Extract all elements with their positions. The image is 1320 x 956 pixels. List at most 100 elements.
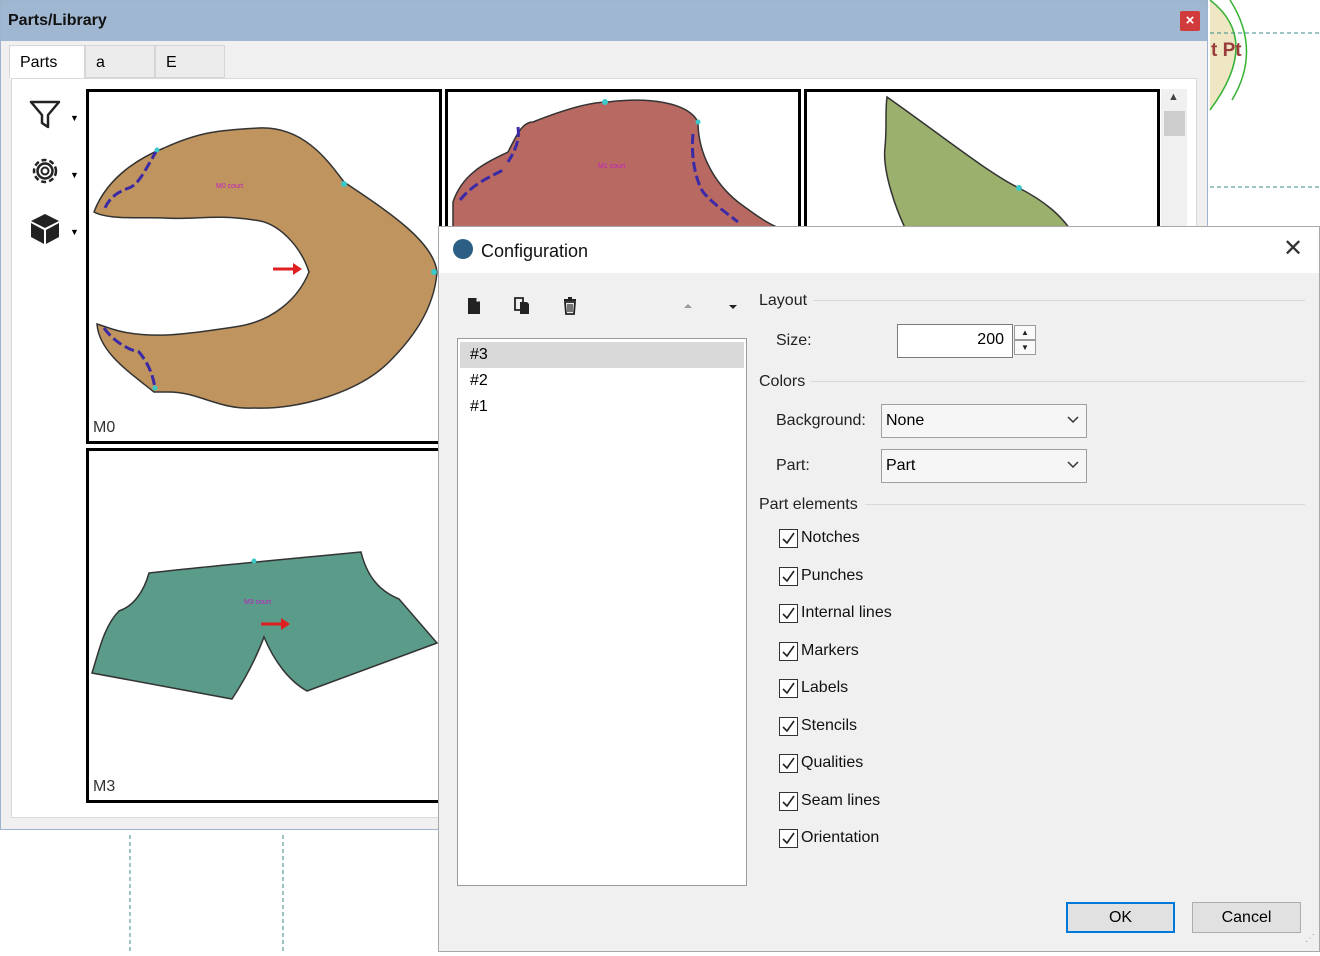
chevron-down-icon bbox=[1067, 461, 1079, 469]
cancel-button[interactable]: Cancel bbox=[1192, 902, 1301, 933]
colors-group-title: Colors bbox=[759, 373, 806, 390]
svg-text:M3 court: M3 court bbox=[244, 599, 271, 606]
checkbox[interactable] bbox=[779, 641, 798, 661]
chevron-down-icon: ▼ bbox=[70, 227, 79, 237]
svg-text:M0 court: M0 court bbox=[216, 183, 243, 190]
ok-button[interactable]: OK bbox=[1066, 902, 1175, 933]
delete-button[interactable] bbox=[559, 295, 581, 317]
checkbox-label: Qualities bbox=[801, 754, 864, 771]
checkbox-label: Notches bbox=[801, 529, 860, 546]
size-value: 200 bbox=[977, 331, 1004, 348]
tab-e[interactable]: E bbox=[155, 45, 225, 78]
library-close-button[interactable]: × bbox=[1180, 11, 1200, 31]
configuration-dialog: Configuration ✕ #3 #2 #1 Layout Size: 20… bbox=[438, 226, 1320, 952]
background-value: None bbox=[886, 412, 925, 429]
library-title-bar[interactable]: Parts/Library × bbox=[1, 1, 1207, 41]
part-color-label: Part: bbox=[776, 457, 810, 474]
checkbox[interactable] bbox=[779, 716, 798, 736]
list-item-label: #1 bbox=[470, 398, 488, 415]
library-title: Parts/Library bbox=[8, 12, 107, 29]
part-cell-m3[interactable]: M3 court M3 bbox=[86, 448, 442, 803]
checkbox-label: Seam lines bbox=[801, 791, 881, 809]
filter-icon bbox=[29, 100, 61, 129]
move-up-button[interactable] bbox=[677, 295, 699, 317]
tab-parts[interactable]: Parts bbox=[9, 45, 85, 79]
dialog-title: Configuration bbox=[481, 241, 589, 261]
part-color-select[interactable]: Part bbox=[881, 449, 1087, 483]
list-item[interactable]: #2 bbox=[460, 368, 744, 394]
group-divider bbox=[811, 381, 1305, 382]
checkmark-icon bbox=[782, 682, 795, 695]
decrement-button[interactable]: ▼ bbox=[1014, 340, 1036, 355]
dialog-close-button[interactable]: ✕ bbox=[1283, 237, 1303, 261]
checkbox-label: Punches bbox=[801, 566, 864, 584]
list-item-label: #2 bbox=[470, 372, 488, 389]
checkbox[interactable] bbox=[779, 529, 798, 548]
part-cell-2[interactable]: M1 court bbox=[445, 89, 801, 229]
list-item[interactable]: #1 bbox=[460, 394, 744, 420]
checkmark-icon bbox=[782, 570, 795, 582]
part-cell-3[interactable] bbox=[804, 89, 1160, 229]
checkbox-label: Stencils bbox=[801, 716, 858, 734]
part-label: M3 bbox=[93, 778, 116, 795]
move-down-button[interactable] bbox=[722, 295, 744, 317]
part-shape-3 bbox=[883, 95, 1069, 226]
checkbox[interactable] bbox=[779, 829, 798, 848]
app-logo-icon bbox=[453, 239, 473, 259]
resize-grip-icon[interactable]: ⋰ bbox=[1305, 933, 1315, 944]
new-button[interactable] bbox=[463, 295, 485, 317]
checkmark-icon bbox=[782, 645, 795, 657]
svg-text:M1 court: M1 court bbox=[598, 163, 625, 170]
checkmark-icon bbox=[782, 757, 795, 770]
tab-label: E bbox=[166, 54, 177, 71]
checkbox[interactable] bbox=[779, 679, 798, 698]
tab-a[interactable]: a bbox=[85, 45, 155, 78]
part-color-value: Part bbox=[886, 457, 916, 474]
group-divider bbox=[813, 300, 1305, 301]
gear-icon bbox=[32, 158, 58, 184]
part-shape-m0: M0 court bbox=[93, 127, 438, 409]
layout-group-title: Layout bbox=[759, 292, 808, 309]
configuration-list[interactable]: #3 #2 #1 bbox=[457, 338, 747, 886]
filter-tool[interactable]: ▼ bbox=[28, 97, 88, 137]
scroll-up-icon[interactable]: ▲ bbox=[1168, 91, 1179, 103]
background-label: Background: bbox=[776, 412, 866, 429]
checkbox[interactable] bbox=[779, 791, 798, 811]
part-elements-group-title: Part elements bbox=[759, 496, 858, 513]
increment-button[interactable]: ▲ bbox=[1014, 325, 1036, 340]
checkbox-label: Labels bbox=[801, 679, 849, 696]
move-down-icon bbox=[729, 305, 737, 309]
part-label: M0 bbox=[93, 419, 116, 436]
chevron-down-icon: ▼ bbox=[70, 170, 79, 180]
checkbox[interactable] bbox=[779, 604, 798, 623]
list-item-label: #3 bbox=[470, 346, 488, 363]
tab-label: a bbox=[96, 54, 105, 71]
group-divider bbox=[865, 504, 1305, 505]
canvas-label: t Pt bbox=[1211, 40, 1242, 61]
list-item[interactable]: #3 bbox=[460, 342, 744, 368]
settings-tool[interactable]: ▼ bbox=[28, 154, 88, 194]
chevron-down-icon: ▼ bbox=[70, 113, 79, 123]
checkmark-icon bbox=[782, 832, 795, 845]
part-cell-m0[interactable]: M0 court M0 bbox=[86, 89, 442, 444]
checkmark-icon bbox=[782, 720, 795, 732]
chevron-down-icon bbox=[1067, 416, 1079, 424]
size-input[interactable]: 200 bbox=[897, 324, 1013, 358]
scroll-thumb[interactable] bbox=[1164, 111, 1185, 136]
checkbox[interactable] bbox=[779, 566, 798, 586]
background-select[interactable]: None bbox=[881, 404, 1087, 438]
dialog-title-bar[interactable]: Configuration ✕ bbox=[439, 227, 1319, 273]
cube-icon bbox=[31, 214, 59, 244]
size-stepper[interactable]: ▲ ▼ bbox=[1014, 324, 1038, 358]
size-label: Size: bbox=[776, 332, 812, 349]
cube-tool[interactable]: ▼ bbox=[28, 211, 88, 251]
copy-button[interactable] bbox=[511, 295, 533, 317]
part-shape-2: M1 court bbox=[452, 99, 777, 226]
checkbox[interactable] bbox=[779, 754, 798, 773]
part-shape-m3: M3 court bbox=[91, 551, 439, 700]
checkmark-icon bbox=[782, 532, 795, 545]
new-icon bbox=[468, 298, 480, 314]
copy-icon bbox=[514, 297, 529, 314]
move-up-icon bbox=[684, 304, 692, 308]
checkbox-label: Internal lines bbox=[801, 604, 892, 621]
